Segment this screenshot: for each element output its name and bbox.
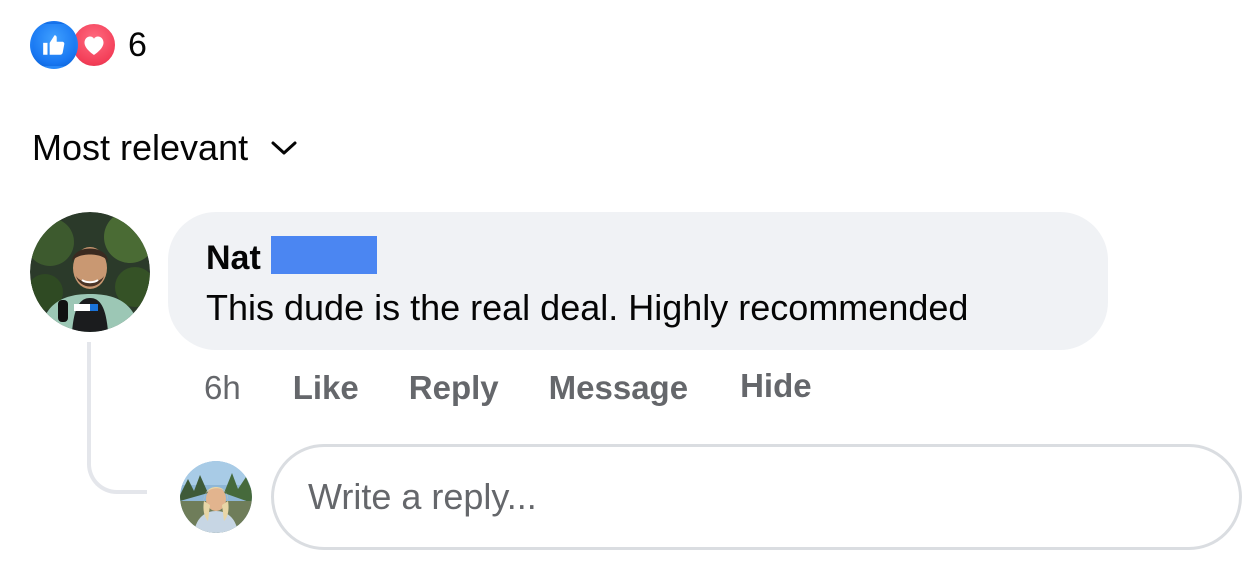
reply-button[interactable]: Reply [409, 369, 499, 407]
reply-input[interactable] [308, 476, 1188, 518]
like-button[interactable]: Like [293, 369, 359, 407]
hide-button[interactable]: Hide [740, 367, 812, 405]
chevron-down-icon [268, 132, 300, 164]
comment-author-row: Nat [206, 234, 1108, 282]
message-button[interactable]: Message [549, 369, 688, 407]
sort-dropdown[interactable]: Most relevant [32, 124, 300, 172]
sort-label: Most relevant [32, 127, 249, 168]
reactions-summary[interactable]: 6 [30, 21, 147, 69]
current-user-avatar [180, 461, 252, 533]
comment-author-name[interactable]: Nat [206, 239, 261, 278]
thread-connector-line [87, 342, 147, 494]
comment-timestamp[interactable]: 6h [204, 369, 241, 407]
commenter-avatar[interactable] [30, 212, 150, 332]
like-icon [30, 21, 78, 69]
comment-actions: 6h Like Reply Message Hide [204, 366, 812, 410]
reaction-count: 6 [128, 26, 147, 64]
redacted-surname [270, 236, 377, 274]
reply-input-container[interactable] [271, 444, 1242, 550]
comment-bubble: Nat This dude is the real deal. Highly r… [168, 212, 1108, 350]
comment-text: This dude is the real deal. Highly recom… [206, 287, 969, 328]
